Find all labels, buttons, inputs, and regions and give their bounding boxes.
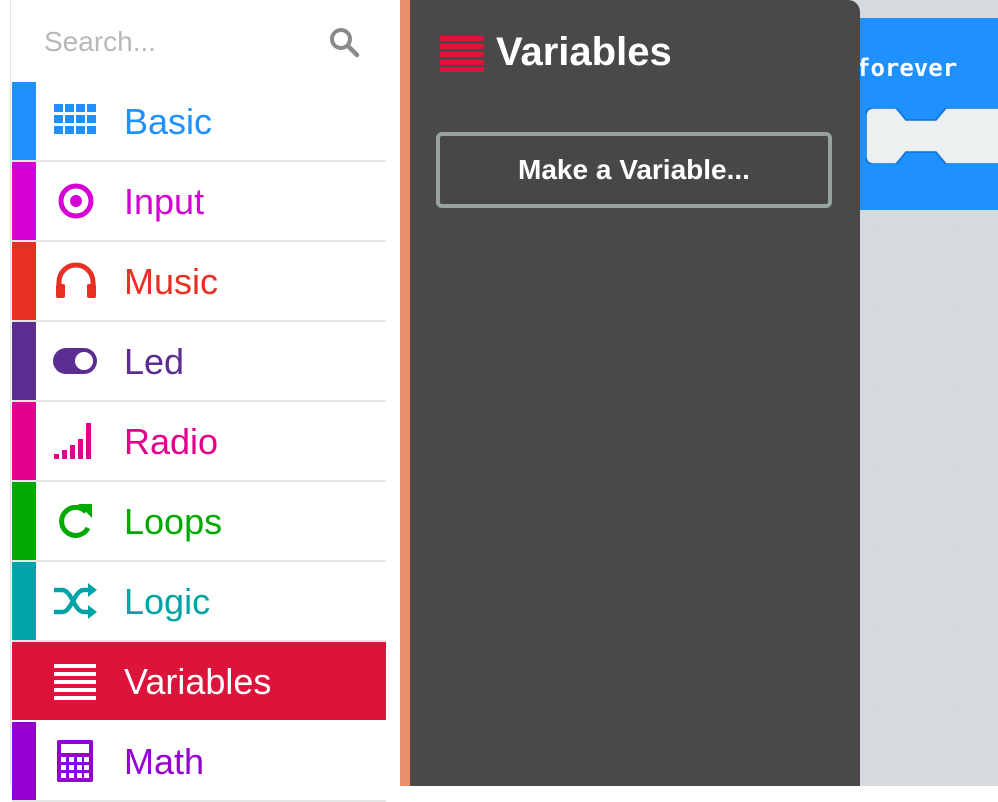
category-label: Math bbox=[124, 741, 205, 782]
category-color-bar bbox=[12, 162, 36, 240]
search-input[interactable] bbox=[42, 20, 316, 64]
category-color-bar bbox=[12, 242, 36, 320]
category-label: Logic bbox=[124, 581, 211, 622]
flyout-title: Variables bbox=[496, 30, 672, 74]
flyout-edge bbox=[400, 0, 410, 786]
category-label: Basic bbox=[124, 101, 213, 142]
category-color-bar bbox=[12, 642, 36, 720]
category-color-bar bbox=[12, 322, 36, 400]
toolbox-sidebar: Basic Input Music bbox=[0, 0, 400, 802]
search-icon[interactable] bbox=[328, 26, 360, 58]
forever-block-label: forever bbox=[856, 54, 958, 82]
category-math[interactable]: Math bbox=[12, 722, 386, 802]
category-loops[interactable]: Loops bbox=[12, 482, 386, 562]
category-color-bar bbox=[12, 562, 36, 640]
category-label: Music bbox=[124, 261, 219, 302]
calculator-icon bbox=[57, 740, 93, 782]
grid-mark bbox=[870, 222, 881, 233]
category-label: Variables bbox=[124, 661, 272, 702]
grid-mark bbox=[950, 542, 961, 553]
category-radio[interactable]: Radio bbox=[12, 402, 386, 482]
shuffle-icon bbox=[54, 583, 97, 619]
category-color-bar bbox=[12, 722, 36, 800]
grid-mark bbox=[870, 462, 881, 473]
grid-mark bbox=[950, 702, 961, 713]
category-led[interactable]: Led bbox=[12, 322, 386, 402]
grid-mark bbox=[870, 382, 881, 393]
category-label: Led bbox=[124, 341, 185, 382]
grid-mark bbox=[950, 302, 961, 313]
category-color-bar bbox=[12, 482, 36, 560]
toggle-icon bbox=[53, 348, 97, 374]
forever-block-slot[interactable] bbox=[866, 108, 998, 164]
category-logic[interactable]: Logic bbox=[12, 562, 386, 642]
category-music[interactable]: Music bbox=[12, 242, 386, 322]
signal-bars-icon bbox=[54, 423, 91, 459]
grid-mark bbox=[870, 542, 881, 553]
target-icon bbox=[58, 183, 94, 219]
category-variables[interactable]: Variables bbox=[12, 642, 386, 720]
headphones-icon bbox=[56, 262, 96, 298]
grid-mark bbox=[870, 622, 881, 633]
grid-mark bbox=[950, 462, 961, 473]
search-box bbox=[12, 0, 386, 82]
category-color-bar bbox=[12, 82, 36, 160]
category-color-bar bbox=[12, 402, 36, 480]
category-input[interactable]: Input bbox=[12, 162, 386, 242]
variables-flyout: Variables Make a Variable... bbox=[410, 0, 860, 786]
grid-mark bbox=[950, 382, 961, 393]
grid-mark bbox=[870, 302, 881, 313]
grid-mark bbox=[870, 702, 881, 713]
category-list: Basic Input Music Led Radio Loops Logic … bbox=[12, 82, 386, 802]
refresh-icon bbox=[59, 504, 92, 538]
category-label: Radio bbox=[124, 421, 219, 462]
list-lines-icon bbox=[54, 664, 96, 700]
list-lines-icon bbox=[440, 36, 484, 72]
grid-icon bbox=[54, 104, 96, 134]
sidebar-divider bbox=[10, 0, 11, 786]
make-variable-button[interactable]: Make a Variable... bbox=[436, 132, 832, 208]
category-label: Loops bbox=[124, 501, 223, 542]
grid-mark bbox=[950, 222, 961, 233]
grid-mark bbox=[950, 622, 961, 633]
category-basic[interactable]: Basic bbox=[12, 82, 386, 162]
category-label: Input bbox=[124, 181, 205, 222]
